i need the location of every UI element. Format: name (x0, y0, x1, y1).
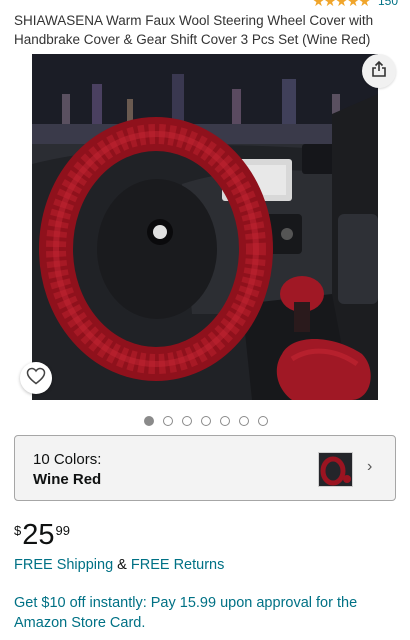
selected-color: Wine Red (33, 471, 102, 488)
pagination-dot[interactable] (182, 416, 192, 426)
price-whole: 25 (22, 519, 55, 551)
color-count-label: 10 Colors: (33, 451, 102, 468)
wishlist-button[interactable] (20, 362, 52, 394)
pagination-dot[interactable] (163, 416, 173, 426)
review-count-link[interactable]: 150 (378, 0, 398, 8)
product-photo (32, 54, 378, 400)
shipping-ampersand: & (117, 557, 127, 573)
pagination-dot[interactable] (201, 416, 211, 426)
pagination-dot[interactable] (239, 416, 249, 426)
store-card-promo-link[interactable]: Get $10 off instantly: Pay 15.99 upon ap… (14, 593, 396, 633)
price-fraction: 99 (55, 523, 70, 538)
pagination-dot[interactable] (220, 416, 230, 426)
heart-icon (26, 367, 46, 390)
product-title: SHIAWASENA Warm Faux Wool Steering Wheel… (14, 13, 374, 47)
pagination-dot[interactable] (258, 416, 268, 426)
share-button[interactable] (362, 54, 396, 88)
image-pagination[interactable] (0, 416, 410, 426)
color-thumbnail (318, 452, 353, 487)
pagination-dot[interactable] (144, 416, 154, 426)
share-icon (371, 60, 387, 83)
free-returns-link[interactable]: FREE Returns (131, 557, 224, 573)
free-shipping-link[interactable]: FREE Shipping (14, 557, 113, 573)
chevron-right-icon: › (367, 458, 373, 475)
product-image[interactable] (32, 54, 378, 400)
star-rating: ★★★★★ (312, 0, 371, 9)
price-currency: $ (14, 523, 22, 538)
shipping-info: FREE Shipping & FREE Returns (14, 557, 224, 573)
color-variation-selector[interactable]: 10 Colors: Wine Red › (14, 435, 396, 501)
price: $ 25 99 (14, 519, 70, 551)
rating-row[interactable]: ★★★★★ 150 (312, 0, 398, 8)
